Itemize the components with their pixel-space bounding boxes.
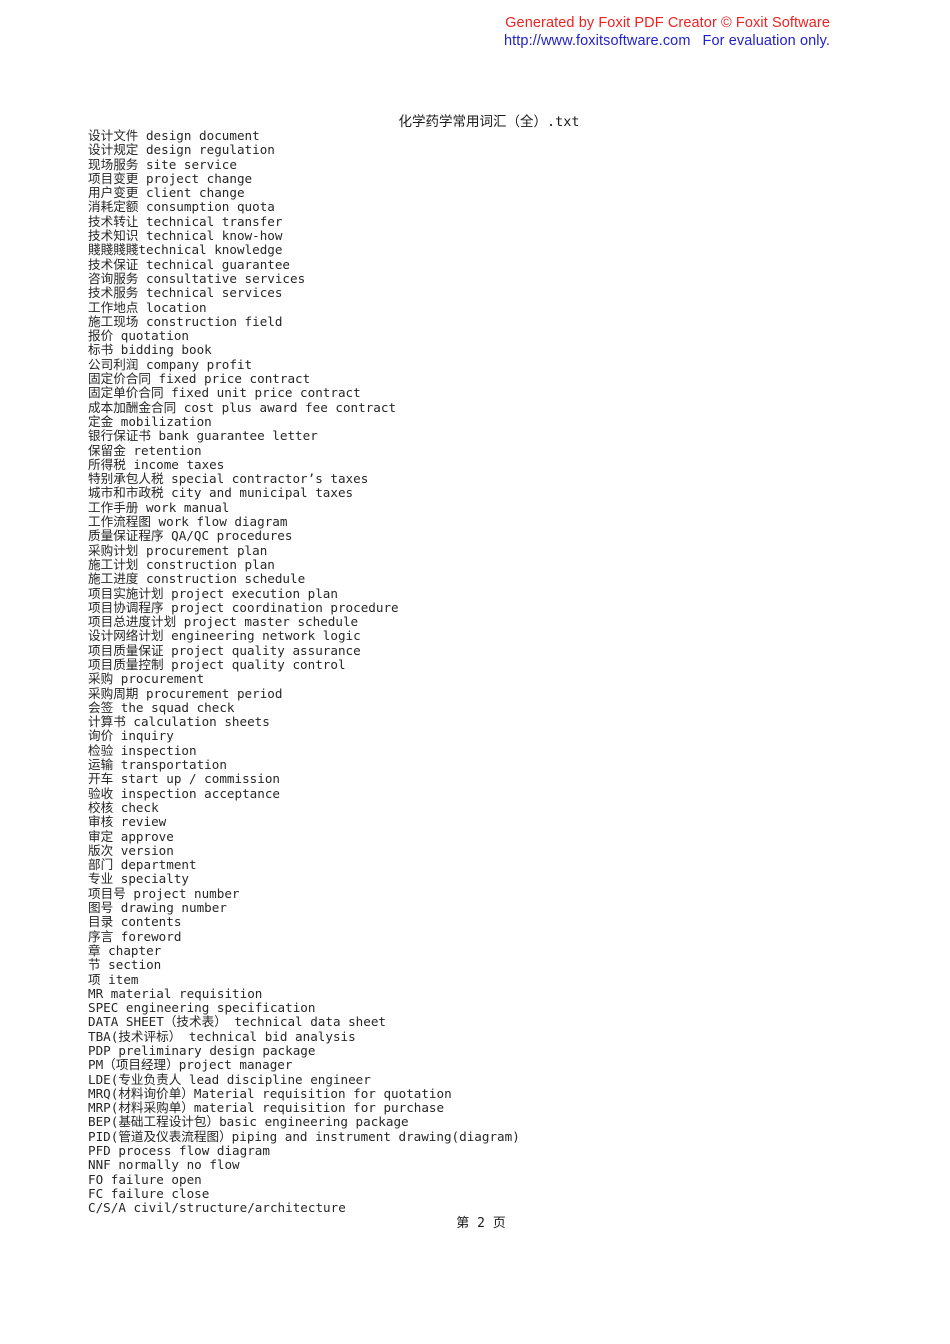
vocabulary-line: DATA SHEET（技术表） technical data sheet <box>88 1014 387 1030</box>
vocabulary-line: 计算书 calculation sheets <box>88 714 270 730</box>
vocabulary-line: 银行保证书 bank guarantee letter <box>88 428 318 444</box>
vocabulary-line: 固定价合同 fixed price contract <box>88 371 311 387</box>
vocabulary-line: 版次 version <box>88 842 174 858</box>
vocabulary-line: 询价 inquiry <box>88 728 174 744</box>
vocabulary-line: 项目质量控制 project quality control <box>88 656 346 672</box>
vocabulary-line: 用户变更 client change <box>88 185 245 201</box>
vocabulary-line: 固定单价合同 fixed unit price contract <box>88 385 361 401</box>
vocabulary-line: 设计规定 design regulation <box>88 142 275 158</box>
vocabulary-line: SPEC engineering specification <box>88 1000 316 1016</box>
vocabulary-line: 项目变更 project change <box>88 170 253 186</box>
vocabulary-line: 设计文件 design document <box>88 128 260 143</box>
vocabulary-line: 所得税 income taxes <box>88 456 225 472</box>
vocabulary-line: 项目质量保证 project quality assurance <box>88 642 361 658</box>
vocabulary-line: 施工现场 construction field <box>88 313 283 329</box>
vocabulary-line: 现场服务 site service <box>88 156 237 172</box>
vocabulary-line: MR material requisition <box>88 985 263 1001</box>
vocabulary-line: 公司利润 company profit <box>88 356 253 372</box>
vocabulary-line: 序言 foreword <box>88 928 182 944</box>
vocabulary-line: 賤賤賤賤technical knowledge <box>88 242 283 258</box>
vocabulary-line: 图号 drawing number <box>88 900 227 916</box>
vocabulary-line: 技术知识 technical know-how <box>88 228 283 244</box>
vocabulary-line: 成本加酬金合同 cost plus award fee contract <box>88 399 397 415</box>
document-body-text: 设计文件 design document 设计规定 design regulati… <box>88 128 908 1216</box>
vocabulary-line: FO failure open <box>88 1171 202 1187</box>
vocabulary-line: BEP(基础工程设计包）basic engineering package <box>88 1114 409 1130</box>
vocabulary-line: 设计网络计划 engineering network logic <box>88 628 361 644</box>
vocabulary-line: 施工计划 construction plan <box>88 556 275 572</box>
foxit-evaluation-note: For evaluation only. <box>702 33 830 49</box>
vocabulary-line: 技术保证 technical guarantee <box>88 256 291 272</box>
vocabulary-line: 开车 start up / commission <box>88 771 280 787</box>
vocabulary-line: 运输 transportation <box>88 757 227 773</box>
vocabulary-line: 城市和市政税 city and municipal taxes <box>88 485 354 501</box>
vocabulary-line: 质量保证程序 QA/QC procedures <box>88 528 293 544</box>
vocabulary-line: 目录 contents <box>88 914 182 930</box>
vocabulary-line: 报价 quotation <box>88 328 190 344</box>
vocabulary-line: 定金 mobilization <box>88 413 212 429</box>
vocabulary-line: 采购计划 procurement plan <box>88 542 268 558</box>
page-number-footer: 第 2 页 <box>456 1216 506 1231</box>
vocabulary-line: 部门 department <box>88 857 197 873</box>
vocabulary-line: 标书 bidding book <box>88 342 212 358</box>
vocabulary-line: 校核 check <box>88 799 159 815</box>
vocabulary-line: 技术服务 technical services <box>88 285 283 301</box>
foxit-generated-by-text: Generated by Foxit PDF Creator © Foxit S… <box>505 15 830 31</box>
vocabulary-line: 采购 procurement <box>88 671 205 687</box>
vocabulary-line: 项目协调程序 project coordination procedure <box>88 599 399 615</box>
vocabulary-line: 保留金 retention <box>88 442 202 458</box>
vocabulary-line: 项目号 project number <box>88 885 240 901</box>
vocabulary-line: 专业 specialty <box>88 871 190 887</box>
foxit-evaluation-watermark: Generated by Foxit PDF Creator © Foxit S… <box>0 14 950 50</box>
vocabulary-line: 审定 approve <box>88 828 174 844</box>
vocabulary-line: 工作手册 work manual <box>88 499 230 515</box>
vocabulary-line: 会签 the squad check <box>88 699 235 715</box>
vocabulary-line: PID(管道及仪表流程图）piping and instrument drawi… <box>88 1128 520 1144</box>
vocabulary-line: 节 section <box>88 957 162 973</box>
vocabulary-line: 采购周期 procurement period <box>88 685 283 701</box>
vocabulary-line: MRQ(材料询价单）Material requisition for quota… <box>88 1085 452 1101</box>
vocabulary-line: FC failure close <box>88 1185 210 1201</box>
vocabulary-line: 工作地点 location <box>88 299 207 315</box>
vocabulary-line: 项目实施计划 project execution plan <box>88 585 338 601</box>
vocabulary-line: NNF normally no flow <box>88 1157 240 1173</box>
vocabulary-line: 检验 inspection <box>88 742 197 758</box>
vocabulary-line: 审核 review <box>88 814 167 830</box>
document-title: 化学药学常用词汇（全）.txt <box>398 114 580 130</box>
vocabulary-line: 施工进度 construction schedule <box>88 571 306 587</box>
vocabulary-line: 验收 inspection acceptance <box>88 785 280 801</box>
vocabulary-line: 章 chapter <box>88 942 162 958</box>
vocabulary-line: TBA(技术评标） technical bid analysis <box>88 1028 356 1044</box>
vocabulary-line: 项 item <box>88 971 139 987</box>
vocabulary-line: MRP(材料采购单）material requisition for purch… <box>88 1100 445 1116</box>
vocabulary-line: 工作流程图 work flow diagram <box>88 514 288 530</box>
vocabulary-line: 项目总进度计划 project master schedule <box>88 614 359 630</box>
vocabulary-line: 消耗定额 consumption quota <box>88 199 275 215</box>
vocabulary-line: LDE(专业负责人 lead discipline engineer <box>88 1071 371 1087</box>
foxit-website-link[interactable]: http://www.foxitsoftware.com <box>504 33 691 49</box>
vocabulary-line: 特别承包人税 special contractor’s taxes <box>88 471 369 487</box>
vocabulary-line: 技术转让 technical transfer <box>88 213 283 229</box>
vocabulary-line: PM（项目经理）project manager <box>88 1057 293 1073</box>
vocabulary-line: 咨询服务 consultative services <box>88 270 306 286</box>
vocabulary-line: PDP preliminary design package <box>88 1043 316 1058</box>
foxit-watermark-second-line: http://www.foxitsoftware.com For evaluati… <box>0 32 830 50</box>
vocabulary-line: PFD process flow diagram <box>88 1143 270 1159</box>
